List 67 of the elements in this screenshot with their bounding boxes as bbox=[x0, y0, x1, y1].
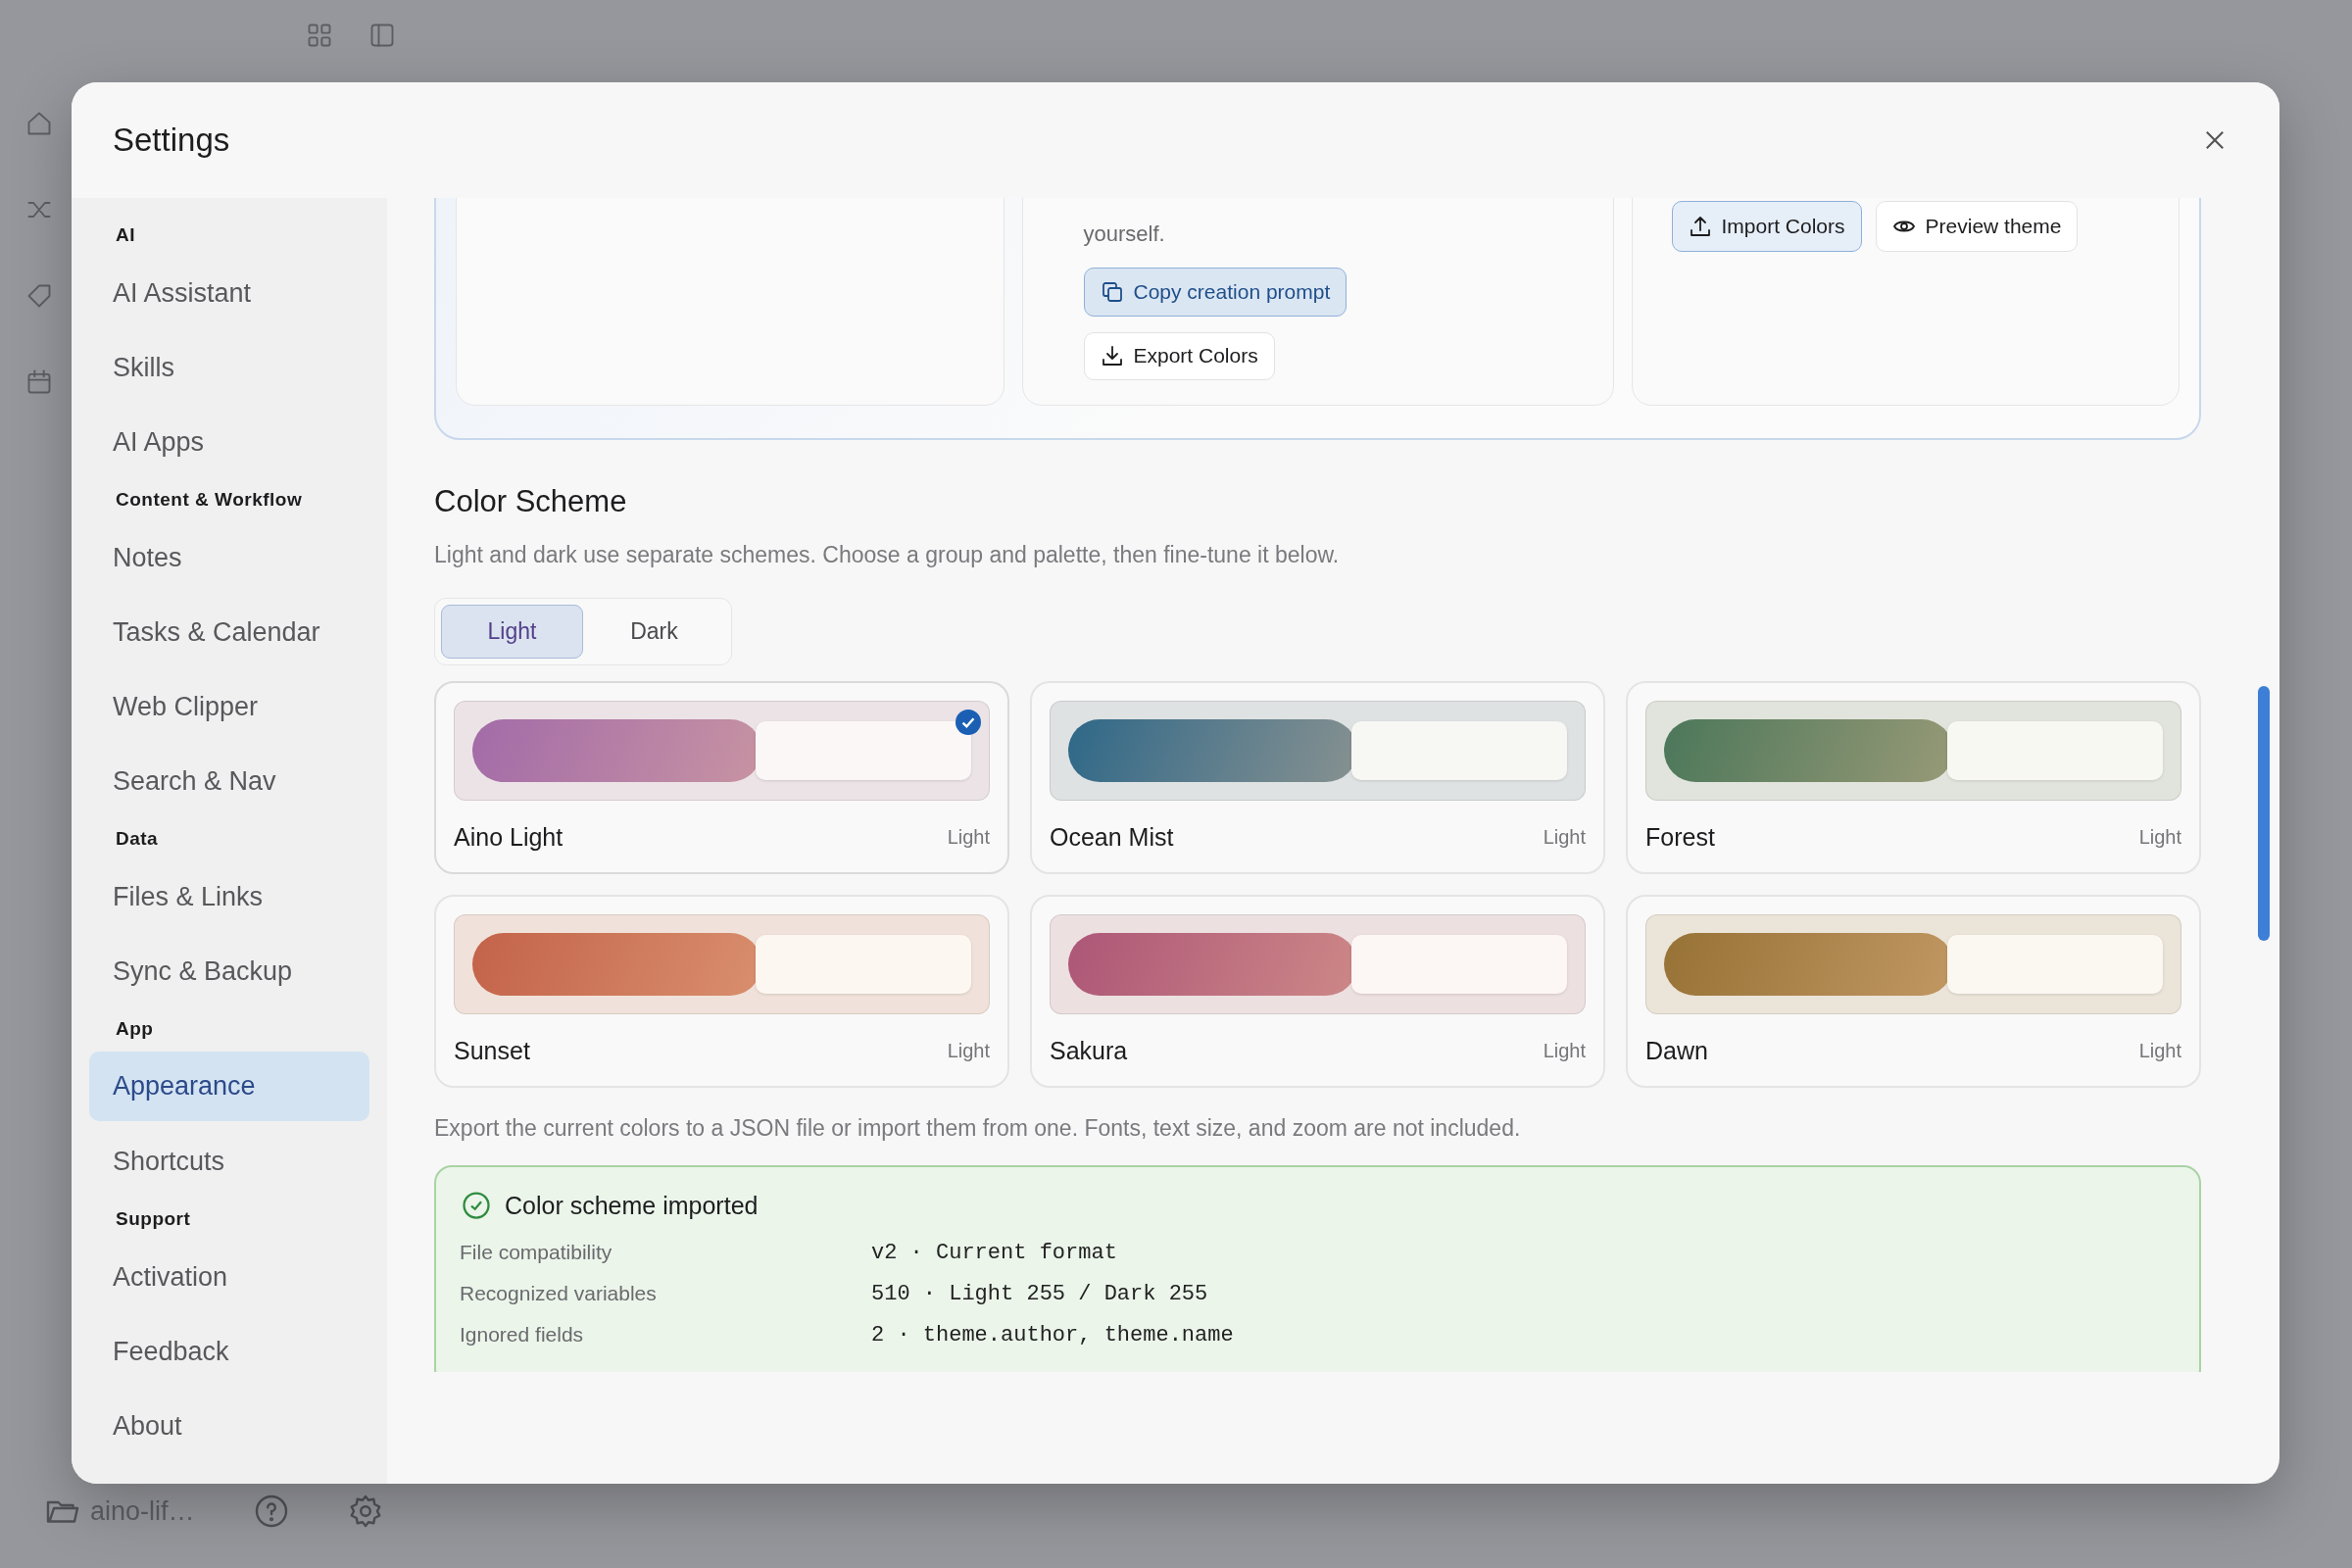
result-value: 2 · theme.author, theme.name bbox=[871, 1322, 1234, 1348]
scheme-card[interactable]: Forest Light bbox=[1626, 681, 2201, 874]
result-label: Ignored fields bbox=[460, 1323, 585, 1347]
sidebar-item[interactable]: Skills bbox=[89, 330, 369, 405]
sidebar-item[interactable]: Tasks & Calendar bbox=[89, 595, 369, 669]
scheme-mode: Light bbox=[2138, 825, 2181, 849]
sidebar-item[interactable]: Notes bbox=[89, 520, 369, 595]
scheme-mode: Light bbox=[947, 1039, 990, 1062]
scheme-name: Ocean Mist bbox=[1050, 822, 1174, 852]
sidebar-item[interactable]: Activation bbox=[89, 1240, 369, 1314]
scheme-mode: Light bbox=[2138, 1039, 2181, 1062]
copy-icon bbox=[1100, 279, 1124, 304]
section-description: Light and dark use separate schemes. Choose a group and palette, then fine-tune it below. bbox=[434, 541, 1341, 568]
sidebar-item[interactable]: Sync & Backup bbox=[89, 934, 369, 1008]
copy-button[interactable]: Copy creation prompt bbox=[1083, 268, 1348, 317]
sidebar-item[interactable]: AI Assistant bbox=[89, 256, 369, 330]
section-title: Color Scheme bbox=[434, 483, 628, 520]
calendar-icon[interactable] bbox=[25, 368, 53, 396]
sidebar-item[interactable]: Search & Nav bbox=[89, 744, 369, 818]
scheme-mode: Light bbox=[1543, 825, 1586, 849]
section-label: Support bbox=[115, 1207, 192, 1231]
section-label: Content & Workflow bbox=[115, 488, 304, 512]
scheme-mode: Light bbox=[1543, 1039, 1586, 1062]
section-label: App bbox=[115, 1017, 155, 1041]
export-button[interactable]: Export Colors bbox=[1083, 331, 1275, 380]
check-circle-icon bbox=[462, 1191, 491, 1220]
sidebar-item[interactable]: Appearance bbox=[89, 1052, 369, 1121]
sidebar-item[interactable]: Files & Links bbox=[89, 859, 369, 934]
export-note: Export the current colors to a JSON file or import them from one. Fonts, text size, and zoom are not included. bbox=[434, 1114, 1522, 1142]
theme-description: yourself. bbox=[1083, 220, 1166, 248]
scrollbar[interactable] bbox=[2258, 686, 2270, 941]
section-label: Data bbox=[115, 827, 160, 851]
section-label: AI bbox=[115, 223, 136, 247]
mode-tab[interactable]: Dark bbox=[583, 605, 725, 659]
scheme-mode: Light bbox=[947, 825, 990, 849]
result-label: File compatibility bbox=[460, 1241, 613, 1264]
home-icon[interactable] bbox=[25, 110, 53, 137]
scheme-card[interactable]: Sakura Light bbox=[1030, 895, 1605, 1088]
sidebar-toggle-icon[interactable] bbox=[368, 22, 396, 49]
help-icon[interactable] bbox=[253, 1494, 289, 1529]
scheme-card[interactable]: Ocean Mist Light bbox=[1030, 681, 1605, 874]
scheme-card[interactable]: Sunset Light bbox=[434, 895, 1009, 1088]
upload-icon bbox=[1688, 215, 1712, 238]
sidebar-item[interactable]: About bbox=[89, 1389, 369, 1463]
scheme-name: Dawn bbox=[1645, 1036, 1708, 1065]
download-icon bbox=[1100, 344, 1124, 368]
scheme-card[interactable]: Aino Light Light bbox=[434, 681, 1009, 874]
sidebar-item[interactable]: AI Apps bbox=[89, 405, 369, 479]
scheme-name: Sakura bbox=[1050, 1036, 1128, 1065]
grid-icon[interactable] bbox=[306, 22, 333, 49]
check-icon bbox=[956, 710, 981, 735]
sidebar-item[interactable]: Web Clipper bbox=[89, 669, 369, 744]
import-button[interactable]: Import Colors bbox=[1671, 201, 1862, 252]
sidebar-item[interactable]: Feedback bbox=[89, 1314, 369, 1389]
mode-tab[interactable]: Light bbox=[441, 605, 583, 659]
result-value: v2 · Current format bbox=[871, 1240, 1117, 1265]
preview-button[interactable]: Preview theme bbox=[1875, 201, 2079, 252]
result-label: Recognized variables bbox=[460, 1282, 658, 1305]
result-value: 510 · Light 255 / Dark 255 bbox=[871, 1281, 1208, 1306]
dialog-title: Settings bbox=[113, 122, 230, 159]
tag-icon[interactable] bbox=[25, 282, 53, 310]
result-title: Color scheme imported bbox=[505, 1191, 759, 1220]
sidebar-item[interactable]: Shortcuts bbox=[89, 1124, 369, 1199]
scheme-name: Aino Light bbox=[454, 822, 564, 852]
scheme-name: Sunset bbox=[454, 1036, 530, 1065]
scheme-name: Forest bbox=[1645, 822, 1715, 852]
scheme-card[interactable]: Dawn Light bbox=[1626, 895, 2201, 1088]
